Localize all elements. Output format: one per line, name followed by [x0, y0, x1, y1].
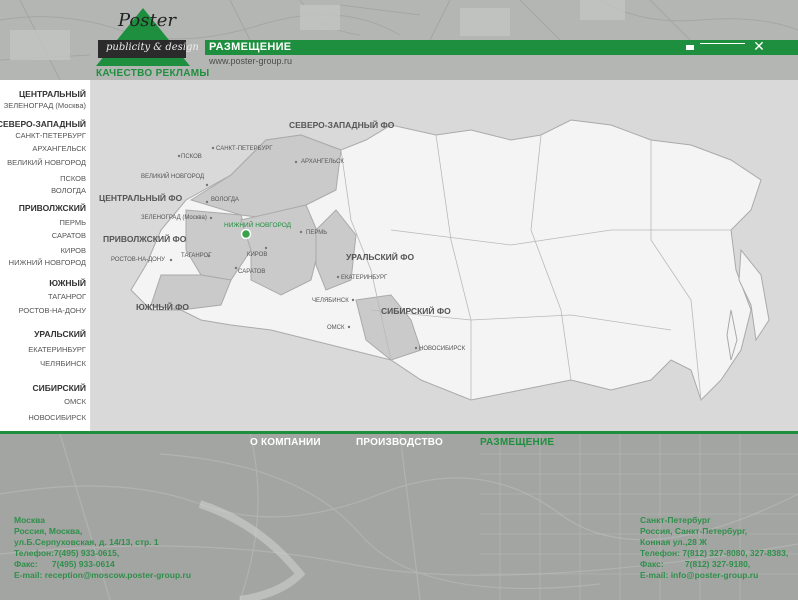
map-city-ekaterinburg[interactable]: ЕКАТЕРИНБУРГ [341, 275, 388, 281]
nav-about[interactable]: О КОМПАНИИ [250, 437, 321, 448]
map-district-label-central[interactable]: ЦЕНТРАЛЬНЫЙ ФО [99, 192, 183, 203]
map-city-rostov[interactable]: РОСТОВ-НА-ДОНУ [111, 257, 165, 263]
sidebar-city-chelyabinsk[interactable]: ЧЕЛЯБИНСК [40, 359, 86, 368]
map-city-spb[interactable]: САНКТ-ПЕТЕРБУРГ [216, 146, 273, 152]
district-shape-volga[interactable] [240, 204, 322, 296]
sidebar-city-nizhny-novgorod[interactable]: НИЖНИЙ НОВГОРОД [9, 258, 86, 267]
map-city-vologda[interactable]: ВОЛОГДА [211, 197, 239, 203]
logo-script-text: Poster [118, 10, 176, 31]
sidebar-city-spb[interactable]: САНКТ-ПЕТЕРБУРГ [15, 131, 86, 140]
sidebar-district-northwest[interactable]: СЕВЕРО-ЗАПАДНЫЙ [0, 119, 86, 129]
sidebar-city-perm[interactable]: ПЕРМЬ [60, 218, 86, 227]
map-district-label-ural[interactable]: УРАЛЬСКИЙ ФО [346, 251, 414, 262]
sidebar-city-arkhangelsk[interactable]: АРХАНГЕЛЬСК [32, 144, 86, 153]
sidebar-district-central[interactable]: ЦЕНТРАЛЬНЫЙ [19, 89, 86, 99]
sidebar-city-zelenograd[interactable]: ЗЕЛЕНОГРАД (Москва) [4, 101, 86, 110]
minimize-button[interactable] [686, 45, 694, 50]
map-city-pskov[interactable]: ПСКОВ [181, 154, 202, 160]
title-bar-divider [700, 43, 745, 44]
sidebar-city-taganrog[interactable]: ТАГАНРОГ [48, 292, 86, 301]
map-city-kirov[interactable]: КИРОВ [247, 252, 267, 258]
sidebar-city-rostov[interactable]: РОСТОВ-НА-ДОНУ [19, 306, 86, 315]
map-city-novosibirsk[interactable]: НОВОСИБИРСК [419, 346, 466, 352]
map-city-perm[interactable]: ПЕРМЬ [306, 230, 327, 236]
map-city-arkhangelsk[interactable]: АРХАНГЕЛЬСК [301, 159, 344, 165]
sidebar-district-siberia[interactable]: СИБИРСКИЙ [33, 383, 86, 393]
sidebar-city-kirov[interactable]: КИРОВ [61, 246, 86, 255]
sidebar-city-pskov[interactable]: ПСКОВ [60, 174, 86, 183]
map-district-label-south[interactable]: ЮЖНЫЙ ФО [136, 301, 189, 312]
close-button[interactable]: ✕ [753, 39, 765, 53]
logo-sub-text: publicity & design [106, 42, 199, 53]
sidebar-city-omsk[interactable]: ОМСК [64, 397, 86, 406]
russia-map[interactable]: СЕВЕРО-ЗАПАДНЫЙ ФО ЦЕНТРАЛЬНЫЙ ФО ПРИВОЛ… [91, 80, 798, 431]
sidebar-district-volga[interactable]: ПРИВОЛЖСКИЙ [19, 203, 86, 213]
address-moscow: Москва Россия, Москва, ул.Б.Серпуховская… [14, 515, 192, 580]
sidebar-district-ural[interactable]: УРАЛЬСКИЙ [34, 329, 86, 339]
sidebar-city-vologda[interactable]: ВОЛОГДА [51, 186, 86, 195]
map-district-label-northwest[interactable]: СЕВЕРО-ЗАПАДНЫЙ ФО [289, 119, 395, 130]
sidebar-district-south[interactable]: ЮЖНЫЙ [49, 278, 86, 288]
map-city-zelenograd[interactable]: ЗЕЛЕНОГРАД (Москва) [141, 215, 207, 221]
sidebar-city-saratov[interactable]: САРАТОВ [52, 231, 86, 240]
nav-placement[interactable]: РАЗМЕЩЕНИЕ [480, 437, 554, 448]
address-spb: Санкт-Петербург Россия, Санкт-Петербург,… [640, 515, 789, 580]
map-city-saratov[interactable]: САРАТОВ [238, 269, 265, 275]
map-city-taganrog[interactable]: ТАГАНРОГ [181, 253, 212, 259]
map-city-nizhny-novgorod[interactable]: НИЖНИЙ НОВГОРОД [224, 220, 292, 229]
sidebar-city-ekaterinburg[interactable]: ЕКАТЕРИНБУРГ [28, 345, 86, 354]
sidebar-region-list: ЦЕНТРАЛЬНЫЙ ЗЕЛЕНОГРАД (Москва) СЕВЕРО-З… [0, 80, 91, 431]
map-city-chelyabinsk[interactable]: ЧЕЛЯБИНСК [312, 298, 349, 304]
map-district-label-volga[interactable]: ПРИВОЛЖСКИЙ ФО [103, 233, 187, 244]
site-url: www.poster-group.ru [209, 56, 293, 66]
logo-tagline: КАЧЕСТВО РЕКЛАМЫ [96, 68, 210, 79]
sidebar-city-veliky-novgorod[interactable]: ВЕЛИКИЙ НОВГОРОД [7, 158, 86, 167]
russia-map-svg[interactable]: СЕВЕРО-ЗАПАДНЫЙ ФО ЦЕНТРАЛЬНЫЙ ФО ПРИВОЛ… [91, 80, 798, 431]
map-city-marker-nizhny-novgorod[interactable] [240, 228, 252, 240]
map-city-omsk[interactable]: ОМСК [327, 325, 345, 331]
nav-production[interactable]: ПРОИЗВОДСТВО [356, 437, 443, 448]
page-title: РАЗМЕЩЕНИЕ [209, 41, 292, 53]
map-district-label-siberia[interactable]: СИБИРСКИЙ ФО [381, 305, 451, 316]
sidebar-city-novosibirsk[interactable]: НОВОСИБИРСК [28, 413, 86, 422]
map-city-veliky-novgorod[interactable]: ВЕЛИКИЙ НОВГОРОД [141, 172, 204, 180]
